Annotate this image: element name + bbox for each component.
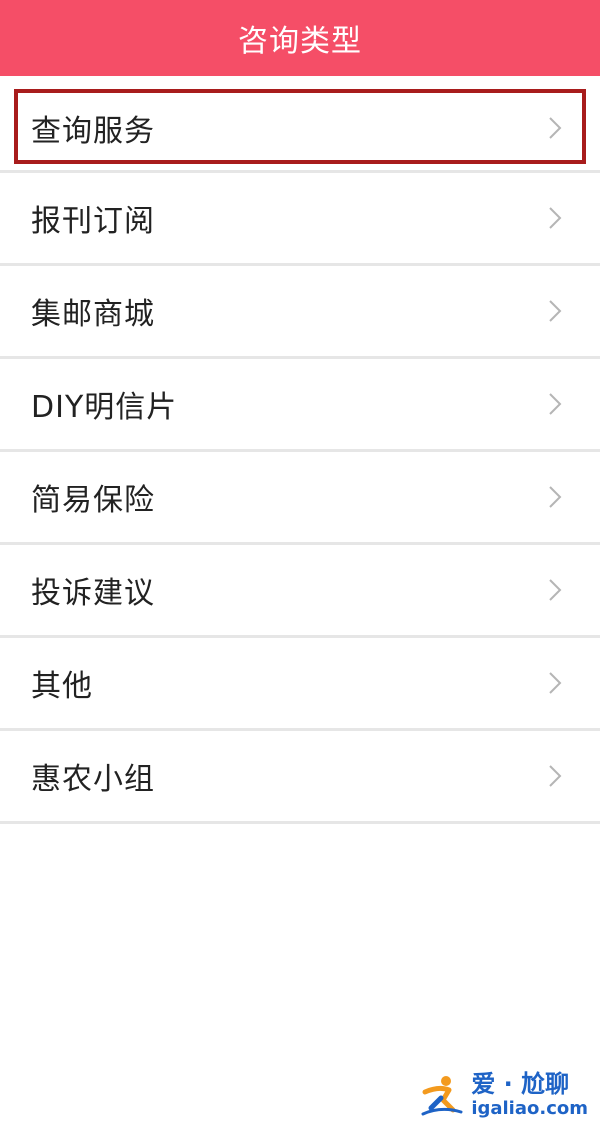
list-item-complaints-suggestions[interactable]: 投诉建议 [0,545,600,638]
list-item-label: 其他 [31,669,93,704]
chevron-right-icon [549,207,562,229]
chevron-right-icon [549,300,562,322]
list-item-label: 报刊订阅 [31,204,155,239]
list-item-label: 集邮商城 [31,297,155,332]
runner-logo-icon [421,1076,463,1116]
chevron-right-icon [549,486,562,508]
list-item-label: 投诉建议 [31,576,155,611]
list-item-newspaper-subscription[interactable]: 报刊订阅 [0,173,600,266]
list-item-label: 惠农小组 [31,762,155,797]
list-item-label: DIY明信片 [31,390,178,425]
chevron-right-icon [549,117,562,139]
list-item-stamp-mall[interactable]: 集邮商城 [0,266,600,359]
watermark-brand: 爱 · 尬聊 [471,1070,570,1098]
consult-type-list: 查询服务 报刊订阅 集邮商城 DIY明信片 简易保险 投诉建议 其他 惠农小组 [0,86,600,824]
header-bar: 咨询类型 [0,0,600,76]
list-item-label: 简易保险 [31,483,155,518]
list-item-diy-postcard[interactable]: DIY明信片 [0,359,600,452]
page-title: 咨询类型 [238,24,362,59]
chevron-right-icon [549,672,562,694]
list-item-other[interactable]: 其他 [0,638,600,731]
watermark-url: igaliao.com [471,1098,588,1119]
list-item-query-service[interactable]: 查询服务 [0,86,600,173]
chevron-right-icon [549,393,562,415]
list-item-simple-insurance[interactable]: 简易保险 [0,452,600,545]
list-item-agri-benefit-group[interactable]: 惠农小组 [0,731,600,824]
watermark: 爱 · 尬聊 igaliao.com [419,1072,588,1118]
chevron-right-icon [549,579,562,601]
chevron-right-icon [549,765,562,787]
list-item-label: 查询服务 [31,114,155,149]
